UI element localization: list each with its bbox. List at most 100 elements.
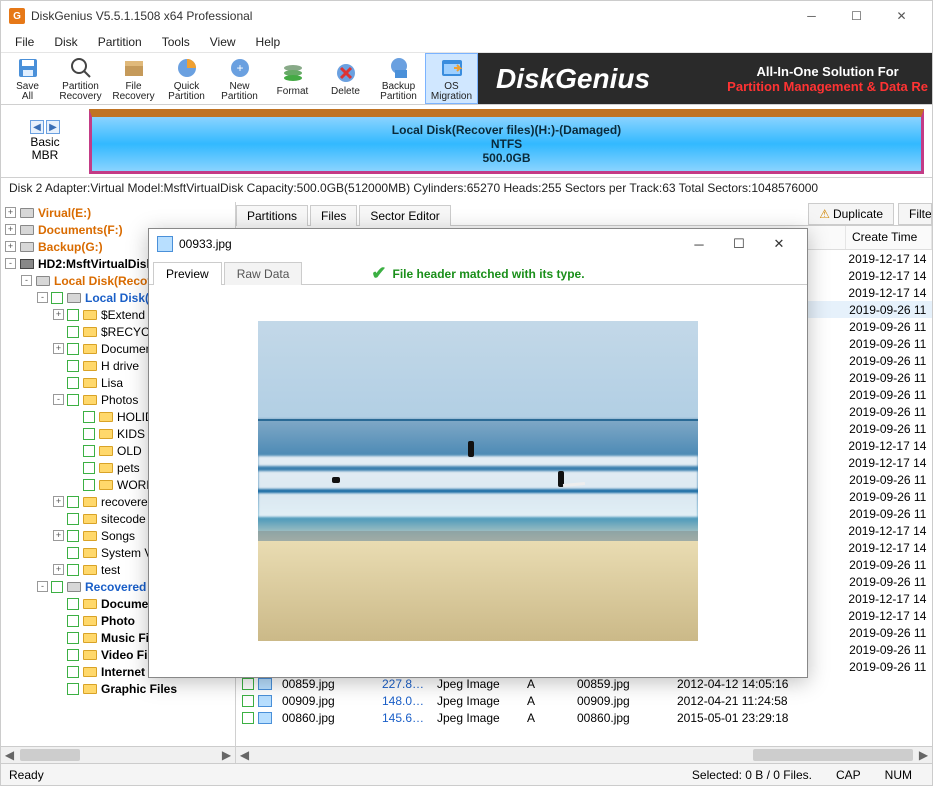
file-checkbox[interactable] [242, 678, 254, 690]
disk-prev-button[interactable]: ◀ [30, 120, 44, 134]
partition-bar[interactable]: Local Disk(Recover files)(H:)-(Damaged) … [89, 109, 924, 174]
tab-files[interactable]: Files [310, 205, 357, 226]
file-checkbox[interactable] [242, 695, 254, 707]
tree-checkbox[interactable] [67, 598, 79, 610]
preview-titlebar: 00933.jpg ─ ☐ ✕ [149, 229, 807, 259]
tree-checkbox[interactable] [67, 530, 79, 542]
tree-checkbox[interactable] [83, 479, 95, 491]
tree-checkbox[interactable] [67, 394, 79, 406]
expand-toggle[interactable]: + [5, 207, 16, 218]
scroll-right-icon[interactable]: ▶ [218, 747, 235, 763]
drive-icon [19, 223, 35, 237]
minimize-button[interactable]: ─ [789, 1, 834, 31]
menu-partition[interactable]: Partition [88, 33, 152, 51]
file-row[interactable]: 00860.jpg 145.6… Jpeg Image A 00860.jpg … [236, 709, 932, 726]
tree-checkbox[interactable] [67, 649, 79, 661]
tree-checkbox[interactable] [67, 632, 79, 644]
preview-close-button[interactable]: ✕ [759, 230, 799, 258]
tree-checkbox[interactable] [67, 615, 79, 627]
file-checkbox[interactable] [242, 712, 254, 724]
tree-label: Backup(G:) [38, 240, 103, 254]
toolbar-new-partition[interactable]: +NewPartition [213, 53, 266, 104]
drive-icon [19, 240, 35, 254]
folder-icon [98, 478, 114, 492]
toolbar-save-all[interactable]: SaveAll [1, 53, 54, 104]
scroll-thumb[interactable] [753, 749, 913, 761]
tree-item[interactable]: Graphic Files [1, 680, 235, 697]
status-selection: Selected: 0 B / 0 Files. [680, 768, 824, 782]
expand-toggle[interactable]: + [53, 496, 64, 507]
toolbar-backup-partition[interactable]: BackupPartition [372, 53, 425, 104]
tree-checkbox[interactable] [67, 309, 79, 321]
close-button[interactable]: ✕ [879, 1, 924, 31]
window-icon [439, 55, 465, 81]
disk-next-button[interactable]: ▶ [46, 120, 60, 134]
tree-checkbox[interactable] [51, 581, 63, 593]
scroll-left-icon[interactable]: ◀ [236, 747, 253, 763]
menu-tools[interactable]: Tools [152, 33, 200, 51]
toolbar-file-recovery[interactable]: FileRecovery [107, 53, 160, 104]
expand-toggle[interactable]: - [37, 292, 48, 303]
tree-hscrollbar[interactable]: ◀ ▶ [1, 746, 235, 763]
expand-toggle[interactable]: - [37, 581, 48, 592]
duplicate-button[interactable]: ⚠Duplicate [808, 203, 894, 225]
preview-minimize-button[interactable]: ─ [679, 230, 719, 258]
tree-checkbox[interactable] [67, 326, 79, 338]
expand-toggle[interactable]: + [53, 343, 64, 354]
tab-sector-editor[interactable]: Sector Editor [359, 205, 450, 226]
expand-toggle[interactable]: - [53, 394, 64, 405]
tree-label: recovered [101, 495, 154, 509]
toolbar-os-migration[interactable]: OSMigration [425, 53, 478, 104]
file-row[interactable]: 00909.jpg 148.0… Jpeg Image A 00909.jpg … [236, 692, 932, 709]
expand-toggle[interactable]: - [21, 275, 32, 286]
tree-checkbox[interactable] [67, 496, 79, 508]
tree-label: Lisa [101, 376, 123, 390]
menu-disk[interactable]: Disk [44, 33, 87, 51]
expand-toggle[interactable]: + [5, 241, 16, 252]
tree-item[interactable]: +Virual(E:) [1, 204, 235, 221]
filter-button[interactable]: Filter [898, 203, 932, 225]
tree-checkbox[interactable] [83, 411, 95, 423]
tree-checkbox[interactable] [67, 513, 79, 525]
toolbar-delete[interactable]: Delete [319, 53, 372, 104]
tree-checkbox[interactable] [67, 377, 79, 389]
cell-create-time: 2019-09-26 11 [843, 405, 932, 419]
warning-icon: ⚠ [819, 207, 830, 221]
cell-mtime: 2015-05-01 23:29:18 [671, 711, 811, 725]
tab-partitions[interactable]: Partitions [236, 205, 308, 226]
tree-checkbox[interactable] [51, 292, 63, 304]
expand-toggle[interactable]: + [53, 309, 64, 320]
menu-help[interactable]: Help [246, 33, 291, 51]
cell-create-time: 2019-09-26 11 [843, 660, 932, 674]
preview-tab-rawdata[interactable]: Raw Data [224, 262, 303, 285]
scroll-left-icon[interactable]: ◀ [1, 747, 18, 763]
tree-checkbox[interactable] [83, 445, 95, 457]
cell-create-time: 2019-09-26 11 [843, 354, 932, 368]
expand-toggle[interactable]: - [5, 258, 16, 269]
col-create-time[interactable]: Create Time [846, 226, 932, 249]
content-hscrollbar[interactable]: ◀ ▶ [236, 746, 932, 763]
tree-checkbox[interactable] [83, 462, 95, 474]
tree-checkbox[interactable] [67, 666, 79, 678]
tree-checkbox[interactable] [67, 360, 79, 372]
menu-file[interactable]: File [5, 33, 44, 51]
expand-toggle[interactable]: + [5, 224, 16, 235]
expand-toggle[interactable]: + [53, 564, 64, 575]
preview-tab-preview[interactable]: Preview [153, 262, 222, 285]
cell-create-time: 2019-12-17 14 [842, 269, 932, 283]
tree-checkbox[interactable] [83, 428, 95, 440]
tree-checkbox[interactable] [67, 564, 79, 576]
scroll-right-icon[interactable]: ▶ [915, 747, 932, 763]
tree-checkbox[interactable] [67, 547, 79, 559]
toolbar-quick-partition[interactable]: QuickPartition [160, 53, 213, 104]
tree-checkbox[interactable] [67, 343, 79, 355]
cell-attr: A [521, 694, 571, 708]
menu-view[interactable]: View [200, 33, 246, 51]
toolbar-partition-recovery[interactable]: PartitionRecovery [54, 53, 107, 104]
maximize-button[interactable]: ☐ [834, 1, 879, 31]
preview-maximize-button[interactable]: ☐ [719, 230, 759, 258]
expand-toggle[interactable]: + [53, 530, 64, 541]
toolbar-format[interactable]: Format [266, 53, 319, 104]
scroll-thumb[interactable] [20, 749, 80, 761]
tree-checkbox[interactable] [67, 683, 79, 695]
